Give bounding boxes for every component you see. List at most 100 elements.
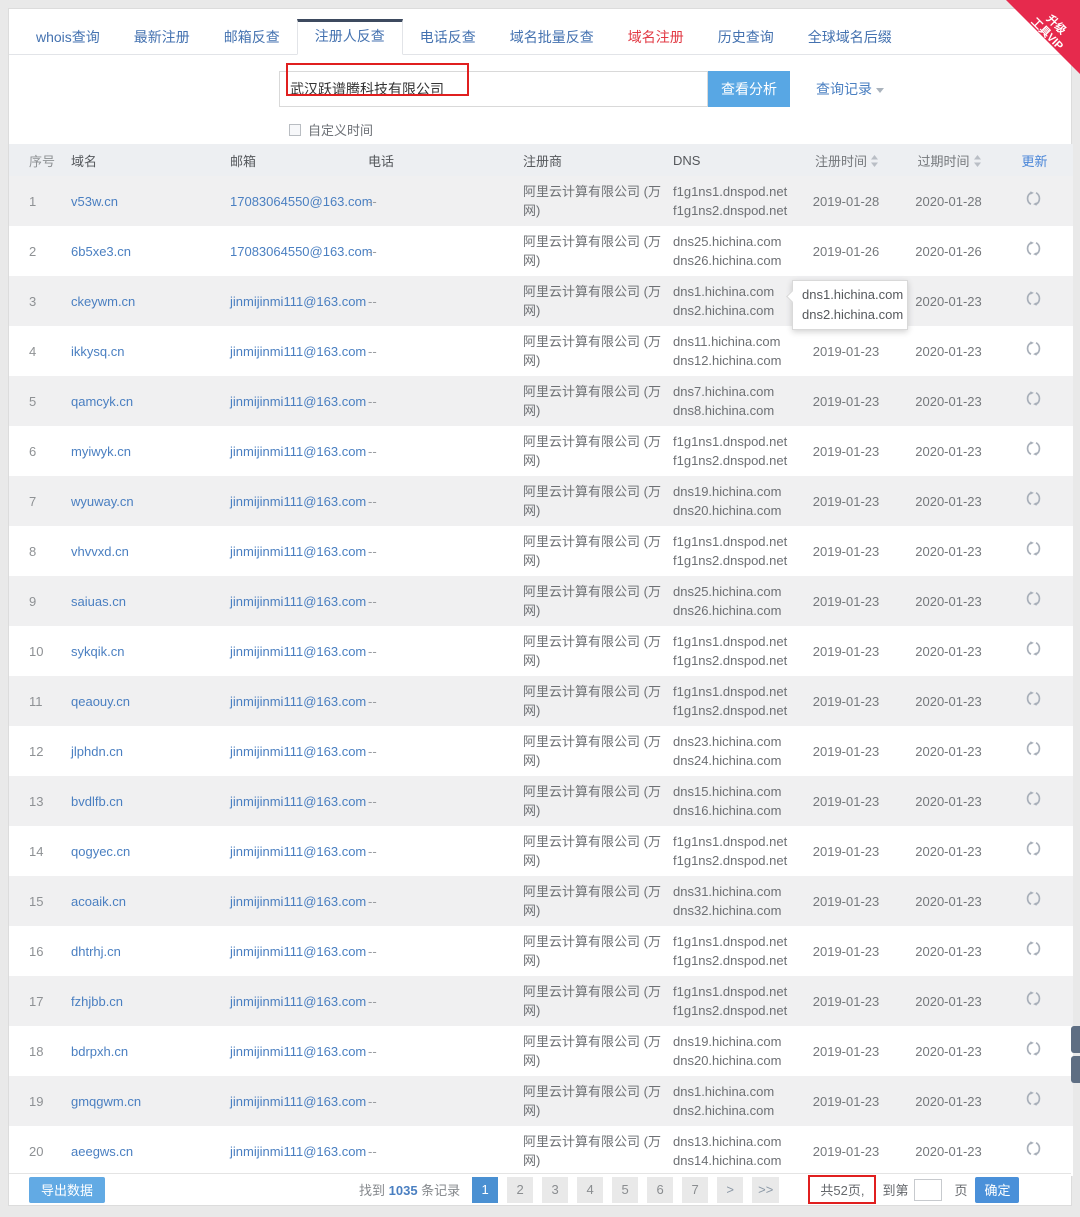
email-link[interactable]: jinmijinmi111@163.com bbox=[230, 494, 366, 509]
goto-page-input[interactable] bbox=[914, 1178, 943, 1201]
email-link[interactable]: jinmijinmi111@163.com bbox=[230, 1044, 366, 1059]
analyze-button[interactable]: 查看分析 bbox=[708, 71, 790, 107]
email-link[interactable]: jinmijinmi111@163.com bbox=[230, 544, 366, 559]
phone-cell: -- bbox=[368, 593, 377, 609]
page-button[interactable]: 7 bbox=[682, 1176, 709, 1203]
tab[interactable]: whois查询 bbox=[19, 21, 117, 54]
domain-link[interactable]: wyuway.cn bbox=[71, 494, 134, 509]
domain-link[interactable]: jlphdn.cn bbox=[71, 744, 123, 759]
page-button[interactable]: 6 bbox=[647, 1176, 674, 1203]
domain-link[interactable]: qamcyk.cn bbox=[71, 394, 133, 409]
domain-link[interactable]: 6b5xe3.cn bbox=[71, 244, 131, 259]
email-link[interactable]: jinmijinmi111@163.com bbox=[230, 894, 366, 909]
dns-cell: dns25.hichina.com dns26.hichina.com bbox=[673, 234, 782, 268]
dns-cell: dns19.hichina.com dns20.hichina.com bbox=[673, 484, 782, 518]
domain-link[interactable]: qogyec.cn bbox=[71, 844, 130, 859]
search-input[interactable] bbox=[279, 71, 708, 107]
tab[interactable]: 注册人反查 bbox=[296, 19, 403, 55]
domain-link[interactable]: bvdlfb.cn bbox=[71, 794, 123, 809]
page-button[interactable]: 2 bbox=[507, 1176, 534, 1203]
email-link[interactable]: jinmijinmi111@163.com bbox=[230, 994, 366, 1009]
refresh-icon[interactable] bbox=[1025, 340, 1042, 357]
email-cell: jinmijinmi111@163.com bbox=[230, 1076, 368, 1126]
query-history-link[interactable]: 查询记录 bbox=[816, 79, 884, 99]
refresh-icon[interactable] bbox=[1025, 990, 1042, 1007]
email-link[interactable]: jinmijinmi111@163.com bbox=[230, 944, 366, 959]
refresh-icon[interactable] bbox=[1025, 290, 1042, 307]
upgrade-vip-ribbon[interactable]: 升级 工具VIP bbox=[1006, 0, 1080, 74]
tab[interactable]: 最新注册 bbox=[117, 21, 207, 54]
email-link[interactable]: jinmijinmi111@163.com bbox=[230, 644, 366, 659]
domain-link[interactable]: myiwyk.cn bbox=[71, 444, 131, 459]
confirm-button[interactable]: 确定 bbox=[975, 1176, 1020, 1203]
update-cell bbox=[1006, 576, 1073, 626]
refresh-icon[interactable] bbox=[1025, 540, 1042, 557]
page-button[interactable]: > bbox=[717, 1176, 744, 1203]
email-link[interactable]: jinmijinmi111@163.com bbox=[230, 394, 366, 409]
domain-link[interactable]: ikkysq.cn bbox=[71, 344, 124, 359]
domain-link[interactable]: aeegws.cn bbox=[71, 1144, 133, 1159]
dns-cell: dns7.hichina.com dns8.hichina.com bbox=[673, 384, 775, 418]
domain-link[interactable]: qeaouy.cn bbox=[71, 694, 130, 709]
page-button[interactable]: 5 bbox=[612, 1176, 639, 1203]
page-button[interactable]: 3 bbox=[542, 1176, 569, 1203]
refresh-icon[interactable] bbox=[1025, 190, 1042, 207]
email-link[interactable]: jinmijinmi111@163.com bbox=[230, 744, 366, 759]
refresh-icon[interactable] bbox=[1025, 590, 1042, 607]
refresh-icon[interactable] bbox=[1025, 740, 1042, 757]
domain-link[interactable]: sykqik.cn bbox=[71, 644, 124, 659]
email-cell: jinmijinmi111@163.com bbox=[230, 326, 368, 376]
refresh-icon[interactable] bbox=[1025, 1140, 1042, 1157]
email-link[interactable]: 17083064550@163.com bbox=[230, 244, 373, 259]
tab[interactable]: 域名批量反查 bbox=[493, 21, 611, 54]
refresh-icon[interactable] bbox=[1025, 840, 1042, 857]
refresh-icon[interactable] bbox=[1025, 890, 1042, 907]
refresh-icon[interactable] bbox=[1025, 640, 1042, 657]
registrar-cell: 阿里云计算有限公司 (万网) bbox=[523, 534, 661, 568]
domain-link[interactable]: v53w.cn bbox=[71, 194, 118, 209]
email-link[interactable]: jinmijinmi111@163.com bbox=[230, 594, 366, 609]
refresh-icon[interactable] bbox=[1025, 1040, 1042, 1057]
email-link[interactable]: jinmijinmi111@163.com bbox=[230, 444, 366, 459]
refresh-icon[interactable] bbox=[1025, 440, 1042, 457]
domain-link[interactable]: dhtrhj.cn bbox=[71, 944, 121, 959]
domain-link[interactable]: ckeywm.cn bbox=[71, 294, 135, 309]
refresh-icon[interactable] bbox=[1025, 790, 1042, 807]
header-exp-date-sort[interactable]: 过期时间 bbox=[903, 144, 1006, 176]
refresh-icon[interactable] bbox=[1025, 240, 1042, 257]
tab[interactable]: 全球域名后缀 bbox=[791, 21, 909, 54]
domain-link[interactable]: saiuas.cn bbox=[71, 594, 126, 609]
email-link[interactable]: jinmijinmi111@163.com bbox=[230, 294, 366, 309]
side-widget-button[interactable] bbox=[1071, 1056, 1080, 1083]
header-reg-date-sort[interactable]: 注册时间 bbox=[801, 144, 903, 176]
domain-link[interactable]: fzhjbb.cn bbox=[71, 994, 123, 1009]
side-widget-button[interactable] bbox=[1071, 1026, 1080, 1053]
domain-link[interactable]: vhvvxd.cn bbox=[71, 544, 129, 559]
tab[interactable]: 历史查询 bbox=[701, 21, 791, 54]
domain-link[interactable]: acoaik.cn bbox=[71, 894, 126, 909]
page-button[interactable]: >> bbox=[752, 1176, 780, 1203]
refresh-icon[interactable] bbox=[1025, 390, 1042, 407]
domain-link[interactable]: bdrpxh.cn bbox=[71, 1044, 128, 1059]
header-update-link[interactable]: 更新 bbox=[1006, 144, 1073, 176]
tab[interactable]: 电话反查 bbox=[403, 21, 493, 54]
email-link[interactable]: jinmijinmi111@163.com bbox=[230, 1144, 366, 1159]
email-link[interactable]: jinmijinmi111@163.com bbox=[230, 694, 366, 709]
custom-time-checkbox[interactable] bbox=[289, 123, 301, 136]
email-link[interactable]: jinmijinmi111@163.com bbox=[230, 794, 366, 809]
page-button[interactable]: 1 bbox=[472, 1176, 499, 1203]
header-domain: 域名 bbox=[71, 153, 98, 169]
refresh-icon[interactable] bbox=[1025, 690, 1042, 707]
email-link[interactable]: jinmijinmi111@163.com bbox=[230, 344, 366, 359]
email-link[interactable]: jinmijinmi111@163.com bbox=[230, 1094, 366, 1109]
tab[interactable]: 邮箱反查 bbox=[207, 21, 297, 54]
page-button[interactable]: 4 bbox=[577, 1176, 604, 1203]
refresh-icon[interactable] bbox=[1025, 490, 1042, 507]
domain-link[interactable]: gmqgwm.cn bbox=[71, 1094, 141, 1109]
email-link[interactable]: jinmijinmi111@163.com bbox=[230, 844, 366, 859]
tab[interactable]: 域名注册 bbox=[611, 21, 701, 54]
export-data-button[interactable]: 导出数据 bbox=[29, 1176, 105, 1203]
email-link[interactable]: 17083064550@163.com bbox=[230, 194, 373, 209]
refresh-icon[interactable] bbox=[1025, 1090, 1042, 1107]
refresh-icon[interactable] bbox=[1025, 940, 1042, 957]
